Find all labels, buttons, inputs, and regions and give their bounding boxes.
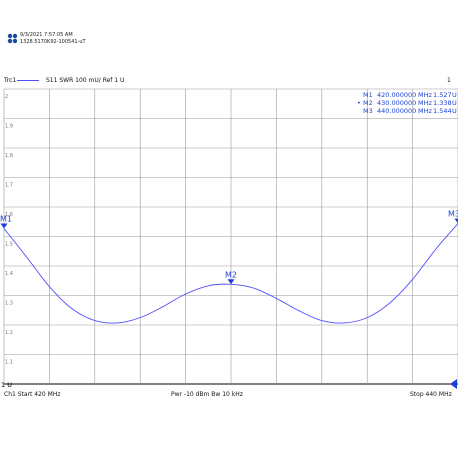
y-tick-label: 2 — [5, 94, 8, 100]
marker-label: M3 — [448, 210, 458, 219]
marker-label: M2 — [225, 270, 237, 279]
marker-triangle-icon — [0, 223, 8, 229]
y-tick-label: 1.8 — [5, 153, 13, 159]
marker-label: M1 — [0, 215, 12, 224]
y-tick-label: 1.7 — [5, 183, 13, 189]
stop-frequency[interactable]: Stop 440 MHz — [410, 391, 452, 398]
y-tick-label: 1 U — [1, 381, 12, 389]
swr-plot[interactable]: 21.91.81.71.61.51.41.31.21.11 U M1M2M3 — [0, 0, 458, 458]
marker-triangle-icon — [454, 218, 458, 224]
y-tick-label: 1.2 — [5, 330, 13, 336]
power-bandwidth[interactable]: Pwr -10 dBm Bw 10 kHz — [171, 391, 243, 398]
marker-triangle-icon — [227, 279, 235, 285]
start-frequency[interactable]: Ch1 Start 420 MHz — [4, 391, 60, 398]
reference-level-arrow-icon — [450, 379, 457, 389]
y-tick-label: 1.4 — [5, 271, 13, 277]
y-tick-label: 1.3 — [5, 301, 13, 307]
y-tick-label: 1.5 — [5, 242, 13, 248]
y-tick-label: 1.1 — [5, 360, 13, 366]
y-tick-label: 1.9 — [5, 124, 13, 130]
